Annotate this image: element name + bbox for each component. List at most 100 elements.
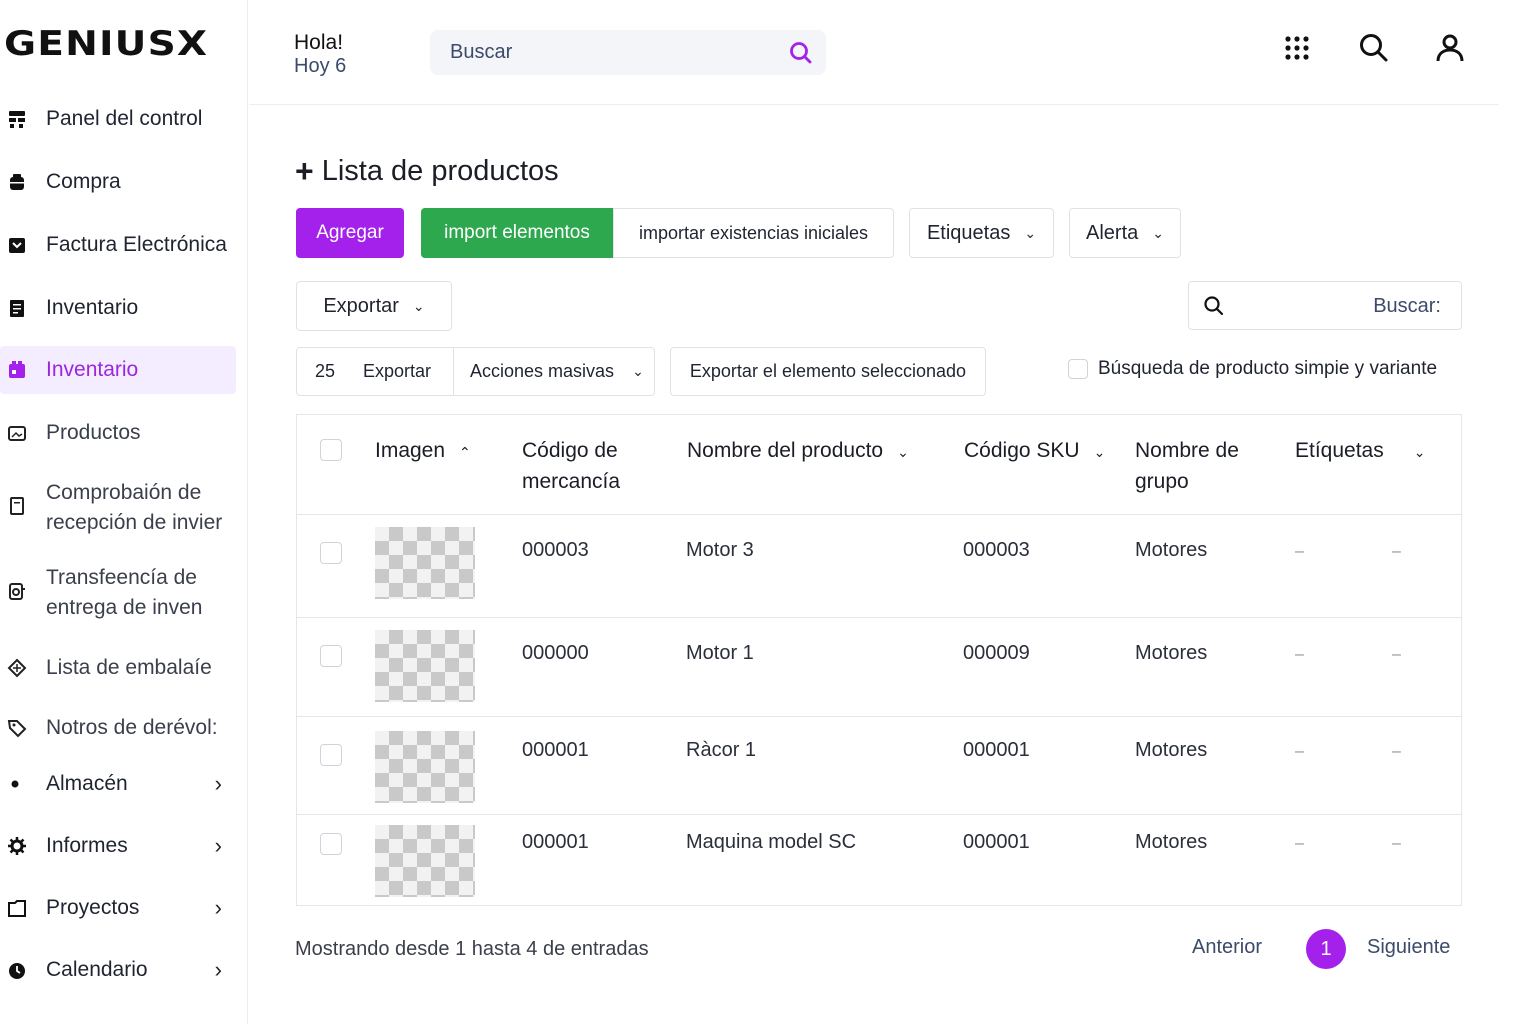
chevron-right-icon: › — [214, 957, 222, 982]
row-checkbox[interactable] — [320, 542, 342, 564]
sidebar-item-label: Compra — [46, 170, 121, 193]
top-bar: Hola! Hoy 6 — [249, 0, 1499, 105]
select-all-checkbox[interactable] — [320, 439, 342, 461]
search-icon[interactable] — [788, 40, 814, 71]
add-button[interactable]: Agregar — [296, 208, 404, 258]
sidebar-item-label: Inventario — [46, 358, 139, 381]
page-size-select[interactable]: 25 — [297, 361, 353, 382]
inventory-icon — [0, 298, 46, 318]
chevron-down-icon: ⌄ — [1093, 444, 1106, 460]
mass-actions-dropdown[interactable]: Acciones masivas ⌄ — [454, 361, 644, 382]
cell-group: Motores — [1135, 831, 1208, 853]
table-row[interactable]: 000003 Motor 3 000003 Motores – – — [297, 514, 1461, 617]
sidebar-item-label: Panel del control — [46, 107, 203, 130]
sidebar-item-comprobacion[interactable]: Comprobaión de recepción de invier — [0, 478, 236, 542]
cell-tag: – — [1295, 743, 1304, 760]
export-dropdown[interactable]: Exportar ⌄ — [296, 281, 452, 331]
column-header-etiquetas[interactable]: Etíquetas ⌄ — [1295, 435, 1425, 468]
column-header-label: Nombre de grupo — [1135, 439, 1239, 493]
sidebar-item-label: Inventario — [46, 296, 139, 319]
simple-search-checkbox[interactable] — [1068, 359, 1088, 379]
search-icon[interactable] — [1356, 30, 1392, 66]
row-checkbox[interactable] — [320, 645, 342, 667]
sidebar-item-informes[interactable]: Informes › — [0, 830, 236, 862]
chevron-right-icon: › — [214, 771, 222, 796]
alert-dropdown-label: Alerta — [1086, 221, 1139, 244]
column-header-imagen[interactable]: Imagen ⌃ — [375, 435, 471, 468]
chevron-down-icon: ⌄ — [1024, 224, 1037, 241]
table-row[interactable]: 000000 Motor 1 000009 Motores – – — [297, 617, 1461, 716]
cell-code: 000000 — [522, 642, 589, 664]
sidebar-item-label: Transfeencía de entrega de inven — [46, 566, 203, 619]
sidebar-item-label: Factura Electrónica — [46, 233, 227, 256]
pagination-page-1[interactable]: 1 — [1306, 929, 1346, 969]
import-elements-button[interactable]: import elementos — [421, 208, 613, 258]
cell-code: 000001 — [522, 831, 589, 853]
sidebar-item-inventario[interactable]: Inventario — [0, 292, 236, 324]
cell-group: Motores — [1135, 539, 1208, 561]
cell-sku: 000001 — [963, 739, 1030, 761]
row-checkbox[interactable] — [320, 744, 342, 766]
chevron-down-icon: ⌄ — [412, 297, 425, 314]
cell-tag: – — [1295, 835, 1304, 852]
sidebar-item-factura[interactable]: Factura Electrónica — [0, 229, 236, 261]
tag-icon — [0, 718, 46, 738]
sidebar-item-calendario[interactable]: Calendario › — [0, 954, 236, 986]
column-header-grupo[interactable]: Nombre de grupo — [1135, 435, 1265, 497]
global-search-input[interactable] — [430, 30, 760, 75]
chevron-right-icon: › — [214, 895, 222, 920]
column-header-sku[interactable]: Código SKU ⌄ — [964, 435, 1105, 468]
sidebar-item-almacen[interactable]: Almacén › — [0, 768, 236, 800]
sidebar: GENIUSX Panel del control Compra Factura… — [0, 0, 248, 1024]
tags-dropdown-label: Etiquetas — [926, 221, 1011, 244]
pagination-previous[interactable]: Anterior — [1192, 936, 1262, 959]
cell-name: Maquina model SC — [686, 831, 857, 853]
sidebar-item-compra[interactable]: Compra — [0, 166, 236, 198]
greeting: Hola! — [294, 31, 344, 54]
product-thumbnail — [375, 527, 475, 599]
sidebar-item-label: Comprobaión de recepción de invier — [46, 481, 223, 534]
export-small-button[interactable]: Exportar — [353, 361, 453, 382]
inventory-box-icon — [0, 360, 46, 380]
entries-info: Mostrando desde 1 hasta 4 de entradas — [295, 938, 649, 960]
transfer-icon — [0, 563, 46, 601]
sidebar-item-panel[interactable]: Panel del control — [0, 103, 236, 135]
alert-dropdown[interactable]: Alerta ⌄ — [1069, 208, 1181, 258]
cell-sku: 000009 — [963, 642, 1030, 664]
sidebar-item-label: Productos — [46, 421, 141, 444]
column-header-nombre[interactable]: Nombre del producto ⌄ — [687, 435, 909, 468]
sidebar-item-productos[interactable]: Productos — [0, 417, 236, 449]
table-search-input[interactable] — [1241, 292, 1441, 320]
chevron-down-icon: ⌄ — [1413, 444, 1426, 460]
tags-dropdown[interactable]: Etiquetas ⌄ — [909, 208, 1054, 258]
cell-sku: 000001 — [963, 831, 1030, 853]
sidebar-item-embalaje[interactable]: Lista de embalaíe — [0, 652, 236, 684]
plus-icon: + — [295, 153, 314, 189]
table-row[interactable]: 000001 Ràcor 1 000001 Motores – – — [297, 716, 1461, 814]
sidebar-item-inventario-active[interactable]: Inventario — [0, 346, 236, 394]
import-stock-button[interactable]: importar existencias iniciales — [613, 208, 894, 258]
user-icon[interactable] — [1432, 30, 1468, 66]
export-selected-button[interactable]: Exportar el elemento seleccionado — [670, 347, 986, 396]
dot-icon — [0, 774, 46, 794]
image-icon — [0, 423, 46, 443]
row-checkbox[interactable] — [320, 833, 342, 855]
pagination-next[interactable]: Siguiente — [1367, 936, 1450, 959]
cell-name: Ràcor 1 — [686, 739, 757, 761]
chevron-right-icon: › — [214, 833, 222, 858]
sidebar-item-label: Proyectos — [46, 896, 140, 919]
column-header-codigo[interactable]: Código de mercancía — [522, 435, 652, 497]
table-row[interactable]: 000001 Maquina model SC 000001 Motores –… — [297, 814, 1461, 905]
cell-code: 000003 — [522, 539, 589, 561]
page-title-text: Lista de productos — [321, 155, 559, 187]
cell-tag: – — [1295, 543, 1304, 560]
apps-grid-icon[interactable] — [1279, 30, 1315, 66]
cell-tag: – — [1392, 743, 1401, 760]
sidebar-item-notros[interactable]: Notros de derévol: — [0, 712, 236, 744]
dashboard-icon — [0, 109, 46, 129]
sidebar-item-proyectos[interactable]: Proyectos › — [0, 892, 236, 924]
sidebar-item-label: Notros de derévol: — [46, 716, 218, 739]
sidebar-item-transferencia[interactable]: Transfeencía de entrega de inven — [0, 563, 236, 627]
simple-search-toggle[interactable]: Búsqueda de producto simpie y variante — [1068, 358, 1437, 380]
product-thumbnail — [375, 731, 475, 803]
